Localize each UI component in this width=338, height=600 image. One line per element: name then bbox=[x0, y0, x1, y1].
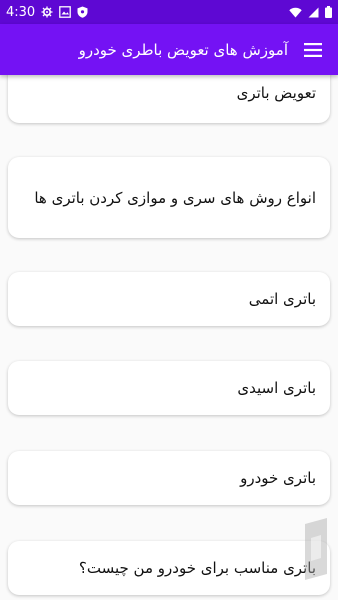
status-time: 4:30 bbox=[6, 4, 36, 20]
store-watermark-icon bbox=[300, 518, 332, 580]
wifi-icon bbox=[289, 3, 302, 22]
list-item[interactable]: باتری خودرو bbox=[8, 451, 330, 505]
hamburger-menu-icon[interactable] bbox=[288, 24, 338, 75]
gear-icon bbox=[41, 6, 53, 18]
image-icon bbox=[59, 6, 72, 18]
signal-icon bbox=[308, 3, 319, 22]
status-bar: 4:30 bbox=[0, 0, 338, 24]
list-item-label: باتری اتمی bbox=[248, 290, 316, 308]
list-item[interactable]: باتری اسیدی bbox=[8, 361, 330, 415]
list-item-label: تعویض باتری bbox=[236, 84, 316, 102]
app-bar: آموزش های تعویض باطری خودرو bbox=[0, 24, 338, 75]
shield-icon bbox=[77, 6, 88, 18]
list-item[interactable]: تعویض باتری bbox=[8, 75, 330, 123]
list-item-label: انواع روش های سری و موازی کردن باتری ها bbox=[34, 188, 316, 207]
list-container[interactable]: تعویض باتری انواع روش های سری و موازی کر… bbox=[0, 75, 338, 600]
battery-icon bbox=[325, 3, 332, 22]
list-item[interactable]: باتری مناسب برای خودرو من چیست؟ bbox=[8, 541, 330, 595]
page-title: آموزش های تعویض باطری خودرو bbox=[78, 40, 288, 59]
list-item-label: باتری خودرو bbox=[240, 469, 316, 487]
list-item-label: باتری مناسب برای خودرو من چیست؟ bbox=[78, 559, 316, 577]
list-item-label: باتری اسیدی bbox=[237, 379, 316, 397]
list-item[interactable]: باتری اتمی bbox=[8, 272, 330, 326]
list-item[interactable]: انواع روش های سری و موازی کردن باتری ها bbox=[8, 157, 330, 238]
